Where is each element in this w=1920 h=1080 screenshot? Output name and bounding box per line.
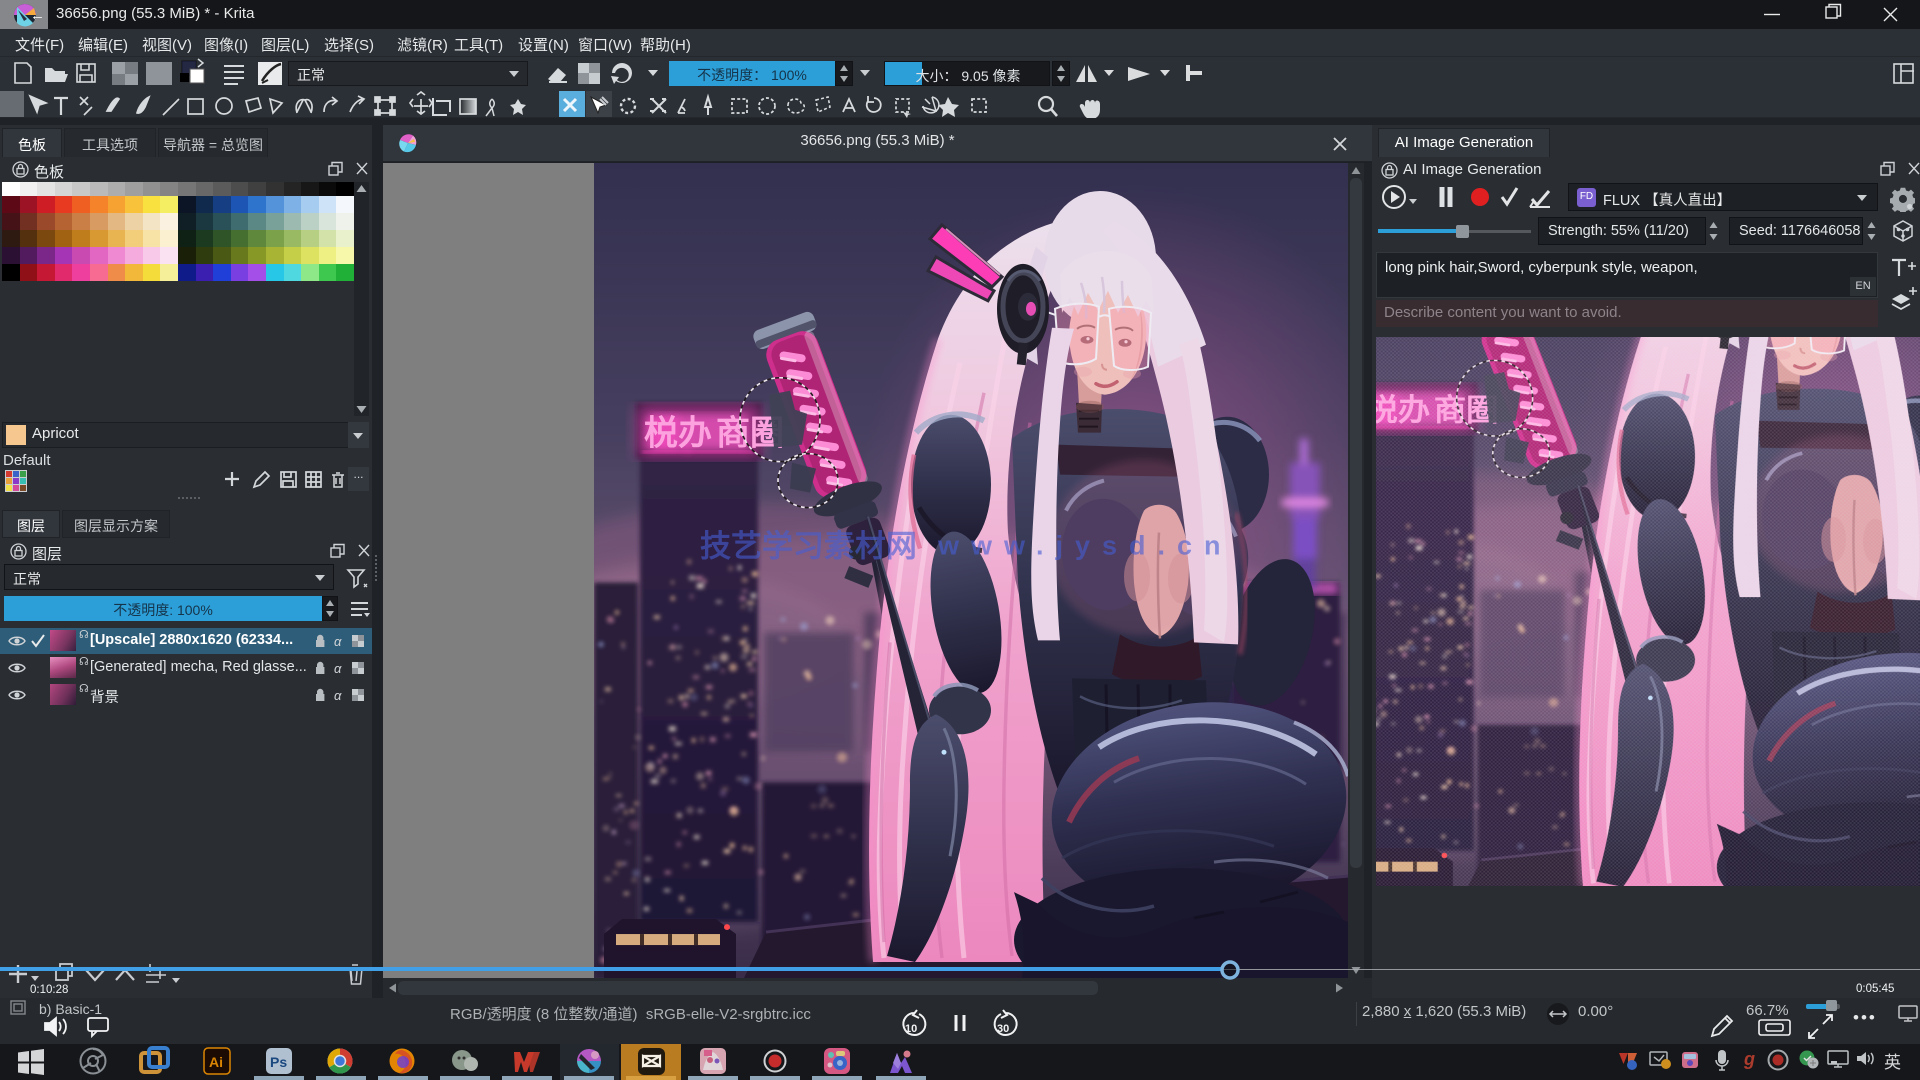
svg-text:Ai: Ai (209, 1054, 223, 1070)
svg-text:α: α (334, 688, 342, 703)
svg-text:30: 30 (997, 1023, 1009, 1035)
svg-text:g: g (1743, 1049, 1755, 1069)
svg-text:Ps: Ps (270, 1054, 287, 1070)
svg-text:α: α (334, 634, 342, 649)
svg-text:10: 10 (905, 1023, 917, 1035)
svg-text:英: 英 (1884, 1053, 1901, 1072)
svg-text:α: α (334, 661, 342, 676)
